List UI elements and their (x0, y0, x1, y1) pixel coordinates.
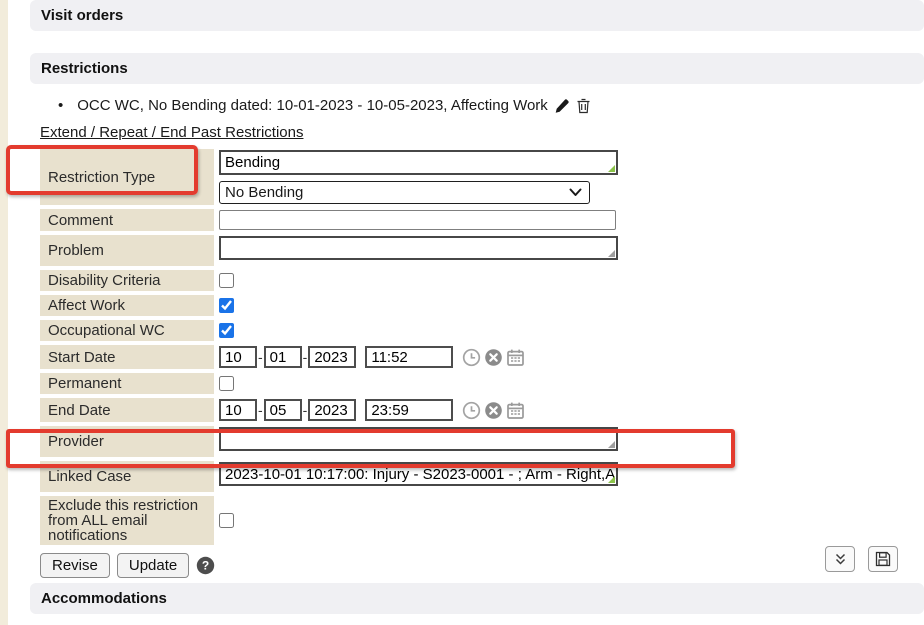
left-margin-strip (0, 0, 8, 625)
clear-date-icon[interactable] (484, 401, 503, 420)
exclude-email-label: Exclude this restriction from ALL email … (40, 496, 214, 545)
affect-work-label: Affect Work (40, 295, 214, 316)
resize-handle[interactable] (608, 441, 615, 448)
form-row-exclude-email: Exclude this restriction from ALL email … (40, 496, 619, 545)
form-row-restriction-type: Restriction Type No Bending (40, 149, 619, 205)
comment-label: Comment (40, 209, 214, 231)
double-chevron-down-icon (833, 552, 848, 566)
save-floppy-icon (875, 551, 891, 567)
permanent-label: Permanent (40, 373, 214, 394)
update-button[interactable]: Update (117, 553, 189, 578)
restriction-type-selected: No Bending (225, 184, 303, 201)
date-separator: - (303, 402, 308, 418)
section-title: Visit orders (41, 7, 123, 24)
start-year-input[interactable] (308, 346, 356, 368)
bullet-marker: • (58, 97, 63, 114)
form-row-start-date: Start Date - - (40, 345, 619, 369)
chevron-down-icon (569, 188, 582, 197)
extend-repeat-end-link[interactable]: Extend / Repeat / End Past Restrictions (40, 124, 303, 141)
disability-criteria-label: Disability Criteria (40, 270, 214, 291)
end-date-label: End Date (40, 398, 214, 422)
form-row-provider: Provider (40, 426, 619, 457)
section-header-accommodations: Accommodations (30, 583, 924, 614)
restriction-type-select[interactable]: No Bending (219, 181, 590, 204)
disability-criteria-checkbox[interactable] (219, 273, 234, 288)
section-title: Restrictions (41, 60, 128, 77)
restriction-form: Restriction Type No Bending Comment Prob… (40, 145, 619, 549)
form-row-end-date: End Date - - (40, 398, 619, 422)
restriction-summary-text: OCC WC, No Bending dated: 10-01-2023 - 1… (77, 97, 548, 114)
form-row-occupational-wc: Occupational WC (40, 320, 619, 341)
save-button[interactable] (868, 546, 898, 572)
date-separator: - (258, 402, 263, 418)
end-month-input[interactable] (219, 399, 257, 421)
permanent-checkbox[interactable] (219, 376, 234, 391)
problem-label: Problem (40, 235, 214, 266)
end-year-input[interactable] (308, 399, 356, 421)
edit-icon[interactable] (554, 98, 570, 114)
linked-case-field[interactable] (219, 462, 618, 486)
calendar-icon[interactable] (506, 401, 525, 420)
section-header-visit-orders: Visit orders (30, 0, 924, 31)
restriction-type-label: Restriction Type (40, 149, 214, 205)
restriction-list-item: • OCC WC, No Bending dated: 10-01-2023 -… (58, 97, 924, 114)
resize-handle[interactable] (608, 250, 615, 257)
restriction-category-field[interactable] (219, 150, 618, 175)
form-row-permanent: Permanent (40, 373, 619, 394)
comment-input[interactable] (219, 210, 616, 230)
help-icon[interactable]: ? (196, 556, 215, 575)
start-time-input[interactable] (365, 346, 453, 368)
clear-date-icon[interactable] (484, 348, 503, 367)
occupational-wc-checkbox[interactable] (219, 323, 234, 338)
provider-label: Provider (40, 426, 214, 457)
start-date-label: Start Date (40, 345, 214, 369)
section-title: Accommodations (41, 590, 167, 607)
clock-icon[interactable] (462, 401, 481, 420)
date-separator: - (258, 349, 263, 365)
date-separator: - (303, 349, 308, 365)
problem-field[interactable] (219, 236, 618, 260)
revise-button[interactable]: Revise (40, 553, 110, 578)
end-day-input[interactable] (264, 399, 302, 421)
start-month-input[interactable] (219, 346, 257, 368)
resize-handle[interactable] (608, 165, 615, 172)
form-row-problem: Problem (40, 235, 619, 266)
form-row-comment: Comment (40, 209, 619, 231)
calendar-icon[interactable] (506, 348, 525, 367)
exclude-email-checkbox[interactable] (219, 513, 234, 528)
svg-text:?: ? (202, 559, 209, 573)
end-time-input[interactable] (365, 399, 453, 421)
form-row-linked-case: Linked Case (40, 461, 619, 492)
linked-case-label: Linked Case (40, 461, 214, 492)
section-header-restrictions: Restrictions (30, 53, 924, 84)
collapse-button[interactable] (825, 546, 855, 572)
clock-icon[interactable] (462, 348, 481, 367)
resize-handle[interactable] (608, 476, 615, 483)
affect-work-checkbox[interactable] (219, 298, 234, 313)
form-row-affect-work: Affect Work (40, 295, 619, 316)
delete-icon[interactable] (576, 98, 591, 114)
start-day-input[interactable] (264, 346, 302, 368)
provider-field[interactable] (219, 427, 618, 451)
occupational-wc-label: Occupational WC (40, 320, 214, 341)
form-row-disability-criteria: Disability Criteria (40, 270, 619, 291)
